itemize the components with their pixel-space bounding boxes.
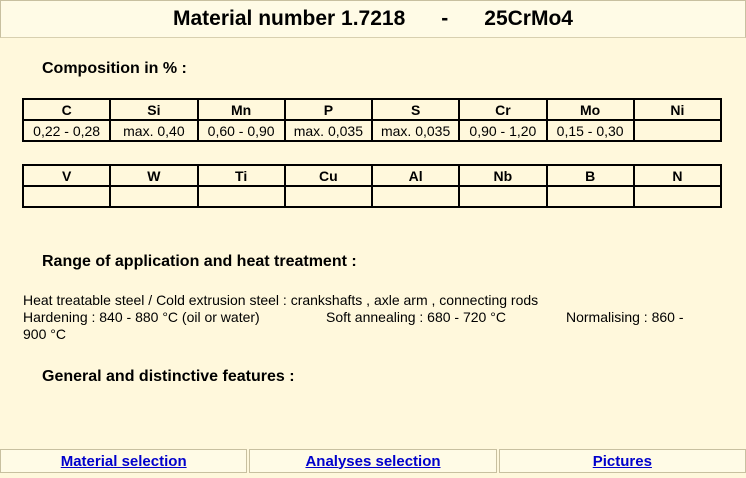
soft-annealing-text: Soft annealing : 680 - 720 °C xyxy=(326,309,506,325)
element-value xyxy=(545,185,635,208)
element-header: N xyxy=(632,164,723,187)
table-row xyxy=(21,185,723,208)
element-value xyxy=(283,185,374,208)
pictures-link[interactable]: Pictures xyxy=(593,453,652,470)
normalising-continued: 900 °C xyxy=(23,326,66,342)
element-header: Si xyxy=(109,98,199,121)
heat-treatment-line: Hardening : 840 - 880 °C (oil or water) … xyxy=(23,309,723,326)
normalising-text: Normalising : 860 - xyxy=(566,309,684,325)
page-header: Material number 1.7218 - 25CrMo4 xyxy=(0,0,746,38)
element-value xyxy=(196,185,286,208)
element-value: 0,15 - 0,30 xyxy=(545,119,635,142)
element-value xyxy=(370,185,461,208)
element-header: Cu xyxy=(283,164,374,187)
application-text: Heat treatable steel / Cold extrusion st… xyxy=(23,292,723,343)
element-header: Al xyxy=(370,164,461,187)
element-header: C xyxy=(21,98,112,121)
features-heading: General and distinctive features : xyxy=(42,368,295,385)
table-row: 0,22 - 0,28 max. 0,40 0,60 - 0,90 max. 0… xyxy=(21,119,723,142)
application-description: Heat treatable steel / Cold extrusion st… xyxy=(23,292,539,308)
composition-table-2: V W Ti Cu Al Nb B N xyxy=(21,164,723,208)
analyses-selection-link[interactable]: Analyses selection xyxy=(305,453,440,470)
material-number-title: Material number 1.7218 xyxy=(173,7,406,30)
element-header: P xyxy=(283,98,374,121)
footer-cell: Analyses selection xyxy=(249,449,497,473)
element-header: W xyxy=(109,164,199,187)
element-header: B xyxy=(545,164,635,187)
table-header-row: V W Ti Cu Al Nb B N xyxy=(21,164,723,187)
element-value xyxy=(21,185,112,208)
footer-nav: Material selection Analyses selection Pi… xyxy=(0,449,746,473)
element-header: Cr xyxy=(458,98,548,121)
element-header: V xyxy=(21,164,112,187)
composition-table-1: C Si Mn P S Cr Mo Ni 0,22 - 0,28 max. 0,… xyxy=(21,98,723,142)
footer-cell: Material selection xyxy=(0,449,248,473)
element-value xyxy=(632,119,723,142)
hardening-text: Hardening : 840 - 880 °C (oil or water) xyxy=(23,309,260,325)
material-selection-link[interactable]: Material selection xyxy=(61,453,187,470)
element-header: Nb xyxy=(458,164,548,187)
title-separator: - xyxy=(441,7,449,30)
element-value: max. 0,035 xyxy=(283,119,374,142)
element-value: 0,22 - 0,28 xyxy=(21,119,112,142)
element-value xyxy=(109,185,199,208)
element-value: 0,90 - 1,20 xyxy=(458,119,548,142)
composition-heading: Composition in % : xyxy=(42,60,187,77)
element-header: Ni xyxy=(632,98,723,121)
material-code: 25CrMo4 xyxy=(484,7,573,30)
application-heading: Range of application and heat treatment … xyxy=(42,253,357,270)
element-header: Mo xyxy=(545,98,635,121)
element-value: max. 0,035 xyxy=(370,119,461,142)
element-header: Mn xyxy=(196,98,286,121)
element-value xyxy=(458,185,548,208)
element-header: S xyxy=(370,98,461,121)
element-header: Ti xyxy=(196,164,286,187)
footer-cell: Pictures xyxy=(498,449,746,473)
element-value: 0,60 - 0,90 xyxy=(196,119,286,142)
element-value xyxy=(632,185,723,208)
table-header-row: C Si Mn P S Cr Mo Ni xyxy=(21,98,723,121)
element-value: max. 0,40 xyxy=(109,119,199,142)
